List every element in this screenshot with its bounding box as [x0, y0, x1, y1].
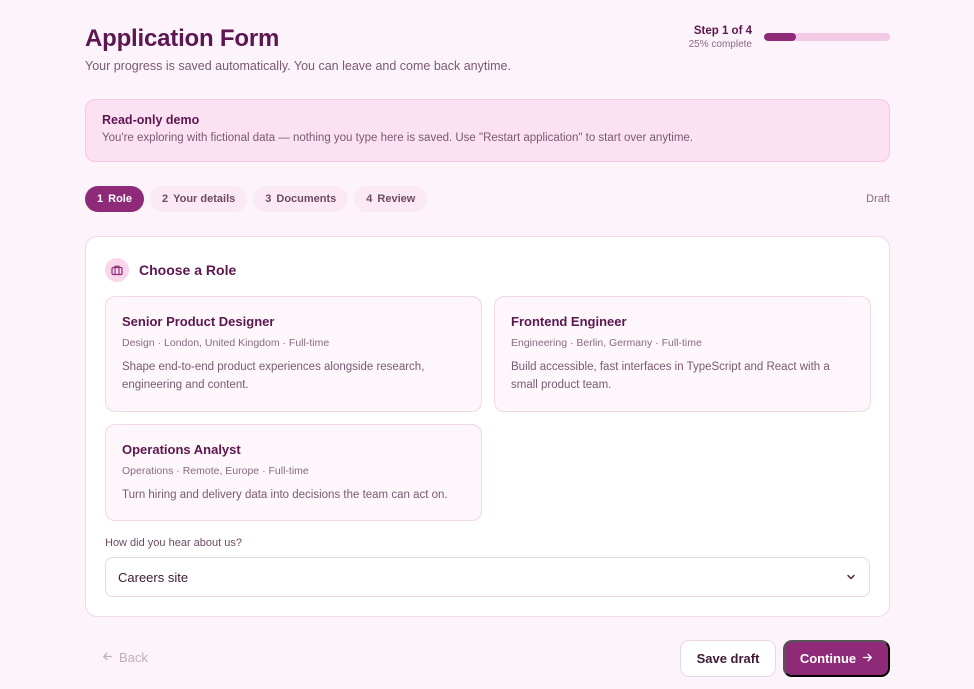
role-name: Operations Analyst [122, 442, 241, 457]
page-subtitle: Your progress is saved automatically. Yo… [85, 59, 511, 73]
back-button[interactable]: Back [102, 650, 148, 665]
step-tab-review[interactable]: 4 Review [354, 186, 428, 212]
step-label: Your details [173, 193, 236, 205]
arrow-right-icon [862, 651, 873, 666]
step-number: 4 [366, 193, 373, 205]
chevron-down-icon [845, 571, 857, 583]
role-description: Shape end-to-end product experiences alo… [122, 361, 425, 391]
back-button-label: Back [119, 650, 148, 665]
step-label: Documents [276, 193, 337, 205]
percent-complete: 25% complete [688, 39, 752, 50]
card-header: Choose a Role [105, 258, 236, 282]
step-number: 1 [97, 193, 104, 205]
role-meta: Engineering · Berlin, Germany · Full-tim… [511, 337, 702, 349]
card-title: Choose a Role [139, 262, 237, 278]
role-card: Choose a Role Senior Product Designer De… [85, 236, 890, 617]
save-draft-button[interactable]: Save draft [680, 640, 776, 677]
step-number: 2 [161, 193, 169, 205]
source-select[interactable]: Careers site [105, 557, 870, 597]
role-name: Senior Product Designer [122, 314, 275, 329]
step-tabs: 1 Role 2 Your details 3 Documents 4 Revi… [85, 186, 890, 212]
source-select-value: Careers site [118, 569, 189, 585]
progress-bar [764, 33, 890, 41]
role-meta: Design · London, United Kingdom · Full-t… [122, 337, 330, 349]
progress-indicator: Step 1 of 4 25% complete [689, 24, 890, 52]
continue-button[interactable]: Continue [783, 640, 890, 677]
step-tab-your-details[interactable]: 2 Your details [149, 186, 248, 212]
notice-text: You're exploring with fictional data — n… [102, 132, 693, 144]
role-option-operations-analyst[interactable]: Operations Analyst Operations · Remote, … [105, 424, 482, 521]
application-page: Application Form Your progress is saved … [0, 0, 974, 689]
source-label: How did you hear about us? [105, 537, 242, 549]
role-description: Turn hiring and delivery data into decis… [122, 489, 448, 501]
demo-notice: Read-only demo You're exploring with fic… [85, 99, 890, 162]
form-footer: Back Save draft Continue [85, 640, 890, 677]
step-label: Review [377, 193, 416, 205]
status-badge: Draft [866, 193, 890, 205]
role-meta: Operations · Remote, Europe · Full-time [122, 465, 309, 477]
step-counter: Step 1 of 4 [693, 25, 752, 37]
continue-button-label: Continue [799, 651, 857, 666]
role-option-frontend-engineer[interactable]: Frontend Engineer Engineering · Berlin, … [494, 296, 871, 412]
step-tab-documents[interactable]: 3 Documents [253, 186, 349, 212]
role-description: Build accessible, fast interfaces in Typ… [511, 361, 830, 391]
step-number: 3 [265, 193, 272, 205]
arrow-left-icon [102, 650, 113, 665]
page-header: Application Form Your progress is saved … [85, 0, 890, 96]
notice-title: Read-only demo [102, 113, 200, 127]
briefcase-icon [105, 258, 129, 282]
step-tab-role[interactable]: 1 Role [85, 186, 144, 212]
role-name: Frontend Engineer [511, 314, 627, 329]
step-label: Role [108, 193, 132, 205]
progress-bar-fill [764, 33, 796, 41]
role-option-senior-product-designer[interactable]: Senior Product Designer Design · London,… [105, 296, 482, 412]
page-title: Application Form [85, 25, 280, 52]
